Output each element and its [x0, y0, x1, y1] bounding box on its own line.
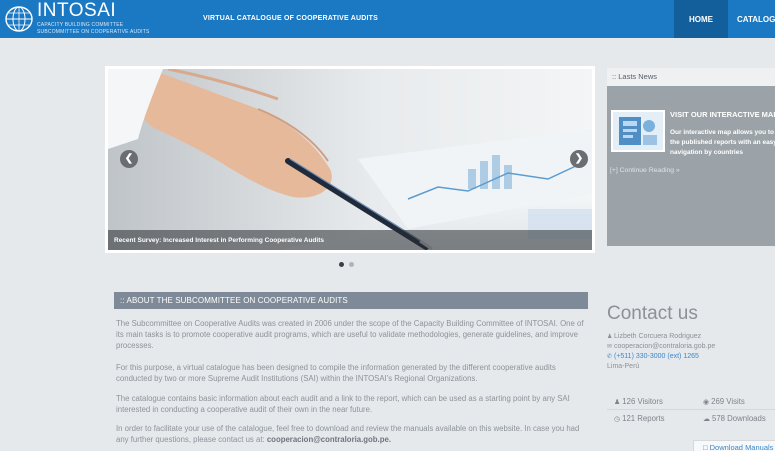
clock-icon: ◷ — [614, 416, 621, 423]
stat-visitors-value: 126 Visitors — [622, 397, 663, 406]
contact-email-row: ✉ cooperacion@contraloria.gob.pe — [607, 343, 715, 350]
cloud-download-icon: ☁ — [703, 416, 710, 423]
stat-visits-value: 269 Visits — [711, 397, 745, 406]
news-thumbnail[interactable] — [611, 110, 665, 152]
phone-icon: ✆ — [607, 354, 613, 360]
site-title: VIRTUAL CATALOGUE OF COOPERATIVE AUDITS — [203, 15, 379, 22]
news-item-body: Our interactive map allows you to find t… — [670, 129, 775, 156]
stat-downloads-value: 578 Downloads — [712, 414, 766, 423]
chevron-right-icon: ❯ — [574, 153, 584, 164]
nav-catalog[interactable]: CATALOG — [737, 15, 775, 24]
contact-name-row: ♟ Lizbeth Corcuera Rodriguez — [607, 333, 701, 340]
nav-home[interactable]: HOME — [674, 0, 728, 38]
carousel-dot-1[interactable] — [339, 262, 344, 267]
contact-email[interactable]: cooperacion@contraloria.gob.pe — [614, 343, 715, 350]
contact-email-link[interactable]: cooperacion@contraloria.gob.pe. — [267, 435, 391, 444]
contact-title: Contact us — [607, 303, 698, 324]
about-paragraph-1: The Subcommittee on Cooperative Audits w… — [116, 319, 584, 350]
download-manuals-label: Download Manuals — [709, 443, 774, 451]
carousel-prev-button[interactable]: ❮ — [120, 150, 138, 168]
contact-location: Lima-Perú — [607, 363, 640, 370]
users-icon: ♟ — [614, 399, 621, 406]
latest-news-panel: :: Lasts News VISIT OUR INTERACTIVE MAP … — [607, 68, 775, 246]
contact-phone[interactable]: (+511) 330-3000 (ext) 1265 — [614, 353, 699, 360]
carousel-next-button[interactable]: ❯ — [570, 150, 588, 168]
stat-reports-value: 121 Reports — [622, 414, 665, 423]
contact-name: Lizbeth Corcuera Rodriguez — [614, 333, 702, 340]
slide-photo-illustration — [108, 69, 592, 250]
globe-logo-icon[interactable] — [4, 5, 34, 33]
chevron-left-icon: ❮ — [124, 153, 134, 164]
latest-news-heading: :: Lasts News — [607, 68, 775, 86]
slide-caption[interactable]: Recent Survey: Increased Interest in Per… — [108, 230, 592, 250]
envelope-icon: ✉ — [607, 344, 613, 350]
brand-subtitle-committee: CAPACITY BUILDING COMMITTEE — [37, 22, 124, 28]
eye-icon: ◉ — [703, 399, 710, 406]
site-stats: ♟ 126 Visitors ◉ 269 Visits ◷ 121 Reports ☁… — [607, 394, 775, 431]
about-paragraph-3: The catalogue contains basic information… — [116, 394, 570, 414]
image-carousel: ❮ ❯ Recent Survey: Increased Interest in… — [105, 66, 595, 253]
carousel-slide: ❮ ❯ Recent Survey: Increased Interest in… — [108, 69, 592, 250]
brand-name[interactable]: INTOSAI — [37, 1, 116, 21]
download-manuals-button[interactable]: □ Download Manuals — [693, 440, 775, 451]
contact-phone-row: ✆ (+511) 330-3000 (ext) 1265 — [607, 353, 699, 360]
stat-visitors: ♟ 126 Visitors — [614, 397, 663, 406]
about-paragraph-2: For this purpose, a virtual catalogue ha… — [116, 363, 556, 383]
user-icon: ♟ — [607, 334, 613, 340]
carousel-indicators — [339, 262, 354, 267]
stat-reports: ◷ 121 Reports — [614, 414, 665, 423]
continue-reading-link[interactable]: [+] Continue Reading » — [610, 167, 680, 174]
about-heading: :: ABOUT THE SUBCOMMITTEE ON COOPERATIVE… — [114, 292, 588, 309]
document-icon: □ — [703, 443, 708, 451]
stat-downloads: ☁ 578 Downloads — [703, 414, 766, 423]
carousel-dot-2[interactable] — [349, 262, 354, 267]
interactive-map-icon — [613, 112, 663, 150]
stat-visits: ◉ 269 Visits — [703, 397, 745, 406]
brand-subtitle-subcommittee: SUBCOMMITTEE ON COOPERATIVE AUDITS — [37, 29, 150, 35]
news-item-title[interactable]: VISIT OUR INTERACTIVE MAP — [670, 110, 775, 119]
top-header: INTOSAI CAPACITY BUILDING COMMITTEE SUBC… — [0, 0, 775, 38]
stats-divider — [607, 409, 775, 410]
about-paragraph-4: In order to facilitate your use of the c… — [116, 423, 588, 445]
